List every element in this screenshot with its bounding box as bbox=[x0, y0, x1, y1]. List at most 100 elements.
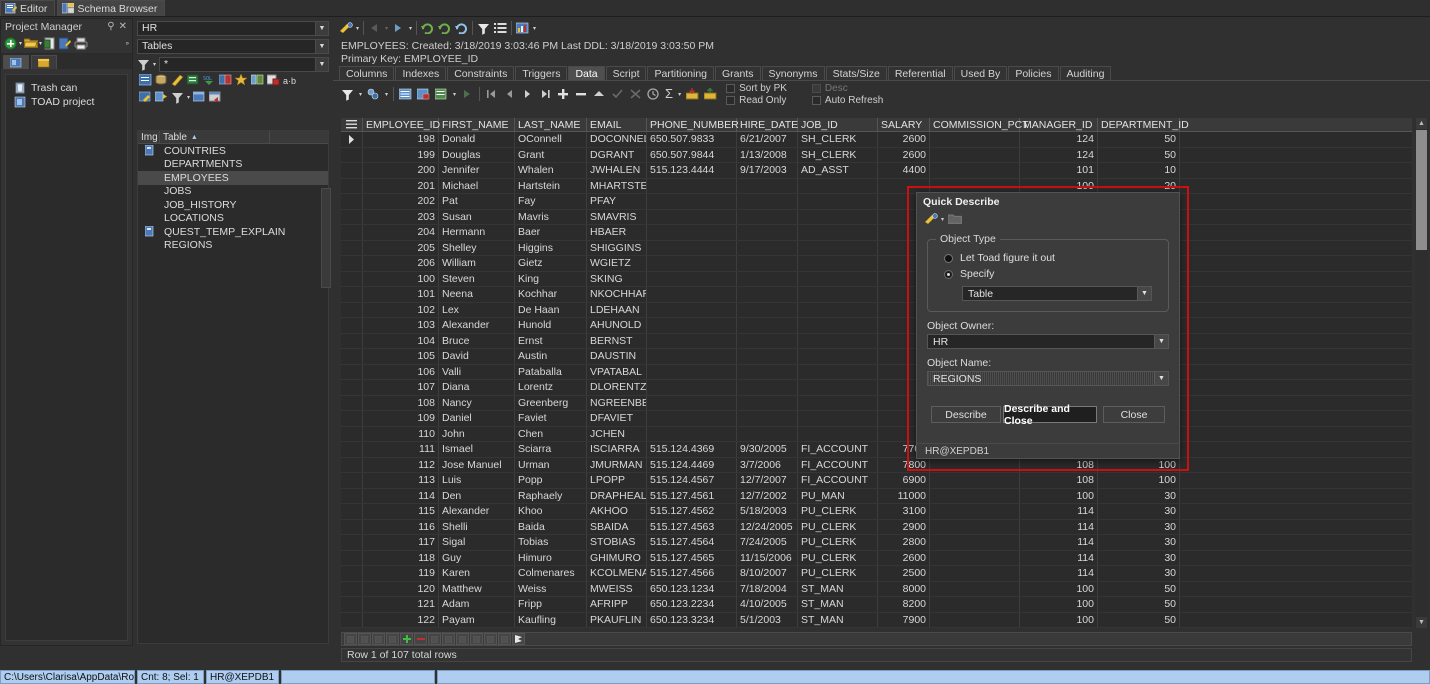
column-header-first_name[interactable]: FIRST_NAME bbox=[439, 118, 515, 131]
row-indicator[interactable] bbox=[341, 349, 363, 364]
chevron-overflow-icon[interactable]: » bbox=[126, 41, 129, 47]
cell-employee_id[interactable]: 199 bbox=[363, 147, 439, 162]
cell-first_name[interactable]: Den bbox=[439, 488, 515, 503]
row-indicator[interactable] bbox=[341, 581, 363, 596]
cell-last_name[interactable]: King bbox=[515, 271, 587, 286]
table-row[interactable]: 122 Payam Kaufling PKAUFLIN 650.123.3234 5/1/… bbox=[341, 612, 1412, 628]
cell-employee_id[interactable]: 111 bbox=[363, 442, 439, 457]
nav-insert-icon[interactable] bbox=[400, 633, 413, 645]
row-indicator[interactable] bbox=[341, 240, 363, 255]
cell-last_name[interactable]: Hartstein bbox=[515, 178, 587, 193]
nav-edit-icon[interactable] bbox=[428, 633, 441, 645]
cell-salary[interactable]: 2600 bbox=[878, 550, 930, 565]
table-row[interactable]: 105DavidAustinDAUSTIN10360 bbox=[341, 349, 1412, 365]
script-icon[interactable] bbox=[171, 74, 184, 87]
cell-last_name[interactable]: Mavris bbox=[515, 209, 587, 224]
cell-last_name[interactable]: Popp bbox=[515, 473, 587, 488]
indexes-icon[interactable] bbox=[218, 74, 232, 87]
table-row[interactable]: 100StevenKingSKING90 bbox=[341, 271, 1412, 287]
checkbox-read-only[interactable]: Read Only bbox=[726, 95, 787, 106]
cell-commission_pct[interactable] bbox=[930, 597, 1020, 612]
cell-job_id[interactable] bbox=[798, 333, 878, 348]
cell-hire_date[interactable]: 6/21/2007 bbox=[737, 132, 798, 147]
cell-manager_id[interactable]: 114 bbox=[1020, 566, 1098, 581]
cell-last_name[interactable]: Baida bbox=[515, 519, 587, 534]
dropdown-caret[interactable]: ▾ bbox=[941, 216, 944, 223]
project-tab[interactable] bbox=[3, 55, 29, 69]
cell-employee_id[interactable]: 118 bbox=[363, 550, 439, 565]
cell-last_name[interactable]: Sciarra bbox=[515, 442, 587, 457]
table-row[interactable]: 103AlexanderHunoldAHUNOLD10260 bbox=[341, 318, 1412, 334]
data-grid-vertical-scrollbar[interactable]: ▲ ▼ bbox=[1415, 118, 1428, 628]
column-header-job_id[interactable]: JOB_ID bbox=[798, 118, 878, 131]
cell-email[interactable]: PKAUFLIN bbox=[587, 612, 647, 627]
table-row[interactable]: 199 Douglas Grant DGRANT 650.507.9844 1/13/20… bbox=[341, 147, 1412, 163]
table-row[interactable]: 116 Shelli Baida SBAIDA 515.127.4563 12/24/20… bbox=[341, 519, 1412, 535]
cell-job_id[interactable]: PU_MAN bbox=[798, 488, 878, 503]
table-row[interactable]: 119 Karen Colmenares KCOLMENA 515.127.4566 8/… bbox=[341, 566, 1412, 582]
cell-first_name[interactable]: Alexander bbox=[439, 504, 515, 519]
cell-manager_id[interactable]: 100 bbox=[1020, 597, 1098, 612]
checkbox-box[interactable] bbox=[726, 83, 736, 93]
object-tab-indexes[interactable]: Indexes bbox=[395, 66, 447, 80]
cell-hire_date[interactable] bbox=[737, 411, 798, 426]
nav-post-icon[interactable] bbox=[442, 633, 455, 645]
cell-salary[interactable]: 2600 bbox=[878, 147, 930, 162]
cell-email[interactable]: PFAY bbox=[587, 194, 647, 209]
object-tab-constraints[interactable]: Constraints bbox=[447, 66, 515, 80]
cell-first_name[interactable]: Steven bbox=[439, 271, 515, 286]
cell-last_name[interactable]: Baer bbox=[515, 225, 587, 240]
cell-phone_number[interactable]: 650.123.1234 bbox=[647, 581, 737, 596]
cell-first_name[interactable]: Adam bbox=[439, 597, 515, 612]
print-icon[interactable] bbox=[74, 37, 88, 50]
cell-last_name[interactable]: Kaufling bbox=[515, 612, 587, 627]
cell-first_name[interactable]: William bbox=[439, 256, 515, 271]
cell-job_id[interactable] bbox=[798, 256, 878, 271]
cell-salary[interactable]: 8200 bbox=[878, 597, 930, 612]
cell-first_name[interactable]: Shelley bbox=[439, 240, 515, 255]
cell-first_name[interactable]: David bbox=[439, 349, 515, 364]
folder-tab[interactable] bbox=[31, 55, 57, 69]
cell-phone_number[interactable]: 650.123.3234 bbox=[647, 612, 737, 627]
window-tab-editor[interactable]: Editor bbox=[0, 0, 56, 16]
object-type-combo[interactable]: Tables ▼ bbox=[137, 38, 329, 54]
cell-hire_date[interactable] bbox=[737, 380, 798, 395]
cell-last_name[interactable]: Chen bbox=[515, 426, 587, 441]
cell-employee_id[interactable]: 110 bbox=[363, 426, 439, 441]
list-icon[interactable] bbox=[494, 22, 507, 35]
cell-last_name[interactable]: Fripp bbox=[515, 597, 587, 612]
cell-email[interactable]: MHARTSTE bbox=[587, 178, 647, 193]
cell-last_name[interactable]: Lorentz bbox=[515, 380, 587, 395]
cancel-icon[interactable] bbox=[629, 88, 642, 101]
schema-object-row[interactable]: COUNTRIES bbox=[138, 144, 328, 158]
cell-phone_number[interactable]: 650.123.2234 bbox=[647, 597, 737, 612]
column-header-salary[interactable]: SALARY bbox=[878, 118, 930, 131]
nav-prev-page-icon[interactable] bbox=[358, 633, 371, 645]
cell-phone_number[interactable]: 650.507.9833 bbox=[647, 132, 737, 147]
cell-last_name[interactable]: Whalen bbox=[515, 163, 587, 178]
cell-first_name[interactable]: Douglas bbox=[439, 147, 515, 162]
refresh-icon[interactable] bbox=[421, 22, 434, 35]
cell-department_id[interactable]: 100 bbox=[1098, 457, 1180, 472]
cell-first_name[interactable]: Daniel bbox=[439, 411, 515, 426]
cell-first_name[interactable]: Guy bbox=[439, 550, 515, 565]
chevron-down-icon[interactable]: ▼ bbox=[315, 39, 328, 53]
refresh-data-icon[interactable] bbox=[647, 87, 660, 101]
dropdown-caret[interactable]: ▾ bbox=[187, 94, 190, 101]
cell-phone_number[interactable]: 515.127.4564 bbox=[647, 535, 737, 550]
cell-manager_id[interactable]: 101 bbox=[1020, 163, 1098, 178]
cell-email[interactable]: SKING bbox=[587, 271, 647, 286]
cell-hire_date[interactable]: 7/24/2005 bbox=[737, 535, 798, 550]
table-row[interactable]: 117 Sigal Tobias STOBIAS 515.127.4564 7/24/20… bbox=[341, 535, 1412, 551]
cell-department_id[interactable]: 30 bbox=[1098, 535, 1180, 550]
cell-job_id[interactable] bbox=[798, 349, 878, 364]
cell-commission_pct[interactable] bbox=[930, 550, 1020, 565]
cell-email[interactable]: VPATABAL bbox=[587, 364, 647, 379]
table-row[interactable]: 200 Jennifer Whalen JWHALEN 515.123.4444 9/17… bbox=[341, 163, 1412, 179]
sum-icon[interactable]: Σ bbox=[665, 87, 673, 100]
cell-email[interactable]: LDEHAAN bbox=[587, 302, 647, 317]
cell-last_name[interactable]: Raphaely bbox=[515, 488, 587, 503]
radio-let-toad-figure-it-out[interactable]: Let Toad figure it out bbox=[936, 250, 1160, 266]
table-row[interactable]: 107DianaLorentzDLORENTZ10360 bbox=[341, 380, 1412, 396]
cell-job_id[interactable] bbox=[798, 395, 878, 410]
